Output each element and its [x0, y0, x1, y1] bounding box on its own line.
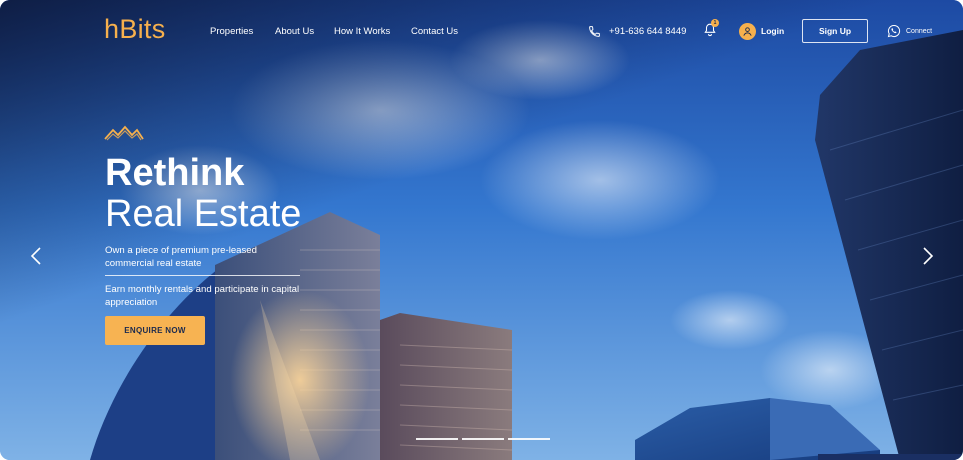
whatsapp-icon	[887, 24, 901, 38]
hero-description-rentals: Earn monthly rentals and participate in …	[105, 284, 300, 308]
brand-logo[interactable]: hBits	[104, 14, 166, 45]
hero-headline-light: Real Estate	[105, 193, 302, 235]
connect-button[interactable]: Connect	[887, 24, 932, 38]
hero-divider	[105, 275, 300, 276]
top-navigation-bar: hBits Properties About Us How It Works C…	[0, 0, 963, 64]
sign-up-button[interactable]: Sign Up	[802, 19, 868, 43]
carousel-indicator[interactable]	[508, 438, 550, 440]
user-avatar-icon	[739, 22, 756, 40]
phone-icon	[589, 25, 600, 37]
hero-description-ownership: Own a piece of premium pre-leased commer…	[105, 245, 257, 269]
carousel-indicator[interactable]	[416, 438, 458, 440]
nav-link-contact-us[interactable]: Contact Us	[411, 26, 458, 37]
chevron-right-icon[interactable]	[921, 246, 935, 266]
nav-link-properties[interactable]: Properties	[210, 26, 253, 37]
hero-banner: hBits Properties About Us How It Works C…	[0, 0, 963, 460]
notifications-button[interactable]: 1	[703, 19, 719, 40]
nav-link-about-us[interactable]: About Us	[275, 26, 314, 37]
nav-link-how-it-works[interactable]: How It Works	[334, 26, 390, 37]
phone-contact[interactable]: +91-636 644 8449	[588, 23, 686, 39]
hero-headline-bold: Rethink	[105, 152, 245, 194]
login-label: Login	[761, 26, 785, 36]
carousel-indicator[interactable]	[462, 438, 504, 440]
connect-label: Connect	[906, 27, 933, 35]
carousel-indicators	[416, 438, 550, 440]
chevron-left-icon[interactable]	[29, 246, 43, 266]
mountain-icon	[104, 125, 144, 141]
login-button[interactable]: Login	[739, 22, 784, 40]
notification-count-badge: 1	[711, 19, 719, 27]
phone-number: +91-636 644 8449	[609, 25, 687, 37]
enquire-now-button[interactable]: ENQUIRE NOW	[105, 316, 205, 345]
